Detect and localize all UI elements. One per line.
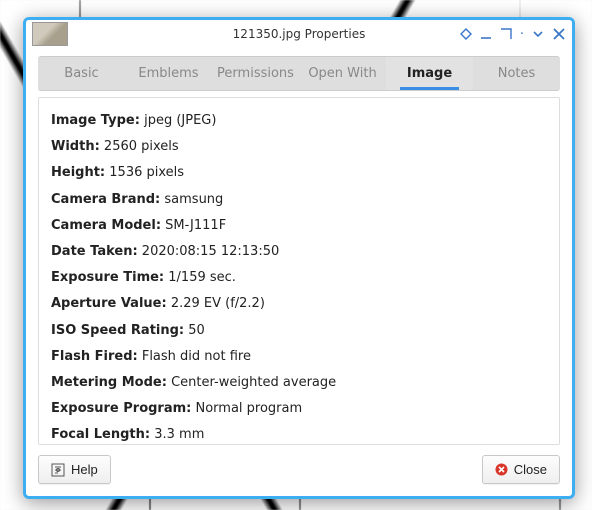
desktop-background: 121350.jpg Properties · Basic Emblems Pe… [0, 0, 592, 510]
prop-camera-brand: Camera Brand: samsung [51, 187, 547, 213]
prop-aperture-value: Aperture Value: 2.29 EV (f/2.2) [51, 291, 547, 317]
prop-exposure-time: Exposure Time: 1/159 sec. [51, 265, 547, 291]
prop-image-type: Image Type: jpeg (JPEG) [51, 108, 547, 134]
prop-iso-speed: ISO Speed Rating: 50 [51, 318, 547, 344]
minimize-icon[interactable] [480, 28, 492, 40]
prop-focal-length: Focal Length: 3.3 mm [51, 422, 547, 445]
tab-emblems[interactable]: Emblems [125, 57, 212, 90]
prop-metering-mode: Metering Mode: Center-weighted average [51, 370, 547, 396]
close-icon[interactable] [552, 27, 566, 41]
prop-flash-fired: Flash Fired: Flash did not fire [51, 344, 547, 370]
help-button[interactable]: Help [38, 455, 111, 484]
close-circle-icon [495, 463, 508, 476]
chevron-down-icon[interactable] [532, 28, 544, 40]
prop-width: Width: 2560 pixels [51, 134, 547, 160]
help-button-label: Help [71, 462, 98, 477]
properties-dialog: 121350.jpg Properties · Basic Emblems Pe… [23, 17, 575, 499]
help-icon [51, 463, 65, 477]
roll-up-icon[interactable] [460, 28, 472, 40]
tab-basic[interactable]: Basic [38, 57, 125, 90]
prop-exposure-program: Exposure Program: Normal program [51, 396, 547, 422]
image-metadata-panel: Image Type: jpeg (JPEG) Width: 2560 pixe… [38, 97, 560, 445]
dialog-footer: Help Close [26, 445, 572, 496]
tab-image[interactable]: Image [386, 57, 473, 90]
footer-spacer [119, 455, 474, 484]
maximize-icon[interactable] [500, 28, 512, 40]
close-button[interactable]: Close [482, 455, 560, 484]
tab-bar: Basic Emblems Permissions Open With Imag… [38, 56, 560, 91]
prop-camera-model: Camera Model: SM-J111F [51, 213, 547, 239]
close-button-label: Close [514, 462, 547, 477]
tab-open-with[interactable]: Open With [299, 57, 386, 90]
file-thumbnail [32, 22, 68, 46]
separator-dot-icon: · [520, 27, 524, 42]
titlebar[interactable]: 121350.jpg Properties · [26, 20, 572, 48]
tab-permissions[interactable]: Permissions [212, 57, 299, 90]
window-controls: · [460, 27, 566, 42]
tab-notes[interactable]: Notes [473, 57, 560, 90]
prop-height: Height: 1536 pixels [51, 160, 547, 186]
prop-date-taken: Date Taken: 2020:08:15 12:13:50 [51, 239, 547, 265]
